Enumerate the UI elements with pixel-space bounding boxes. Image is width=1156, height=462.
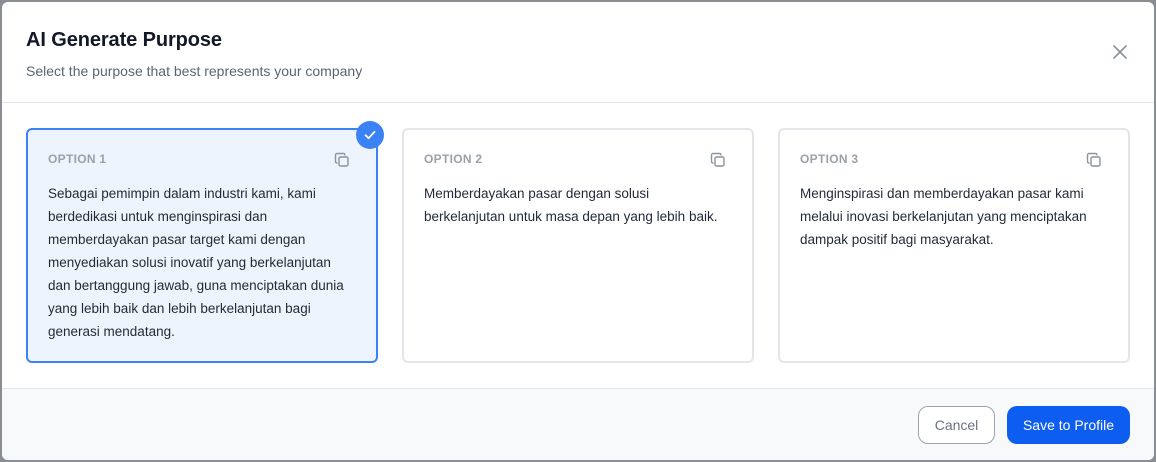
option-cards: OPTION 1 Sebagai pemimpin dalam industri…: [26, 121, 1130, 363]
option-text: Menginspirasi dan memberdayakan pasar ka…: [800, 186, 1087, 247]
dialog-header: AI Generate Purpose Select the purpose t…: [2, 2, 1154, 103]
option-label: OPTION 3: [800, 152, 859, 166]
save-to-profile-button[interactable]: Save to Profile: [1007, 406, 1130, 444]
option-card-2[interactable]: OPTION 2 Memberdayakan pasar dengan solu…: [402, 128, 754, 363]
option-label: OPTION 1: [48, 152, 107, 166]
option-text: Sebagai pemimpin dalam industri kami, ka…: [48, 186, 344, 339]
close-icon[interactable]: [1112, 44, 1128, 60]
selected-check-icon: [356, 121, 384, 149]
ai-generate-purpose-dialog: AI Generate Purpose Select the purpose t…: [2, 2, 1154, 460]
copy-icon[interactable]: [334, 152, 350, 168]
option-text: Memberdayakan pasar dengan solusi berkel…: [424, 186, 718, 224]
option-label: OPTION 2: [424, 152, 483, 166]
option-card-1[interactable]: OPTION 1 Sebagai pemimpin dalam industri…: [26, 121, 384, 363]
option-card-3[interactable]: OPTION 3 Menginspirasi dan memberdayakan…: [778, 128, 1130, 363]
copy-icon[interactable]: [1086, 152, 1102, 168]
dialog-subtitle: Select the purpose that best represents …: [26, 63, 363, 79]
cancel-button[interactable]: Cancel: [918, 406, 995, 444]
dialog-footer: Cancel Save to Profile: [2, 388, 1154, 460]
dialog-title: AI Generate Purpose: [26, 29, 222, 51]
copy-icon[interactable]: [710, 152, 726, 168]
